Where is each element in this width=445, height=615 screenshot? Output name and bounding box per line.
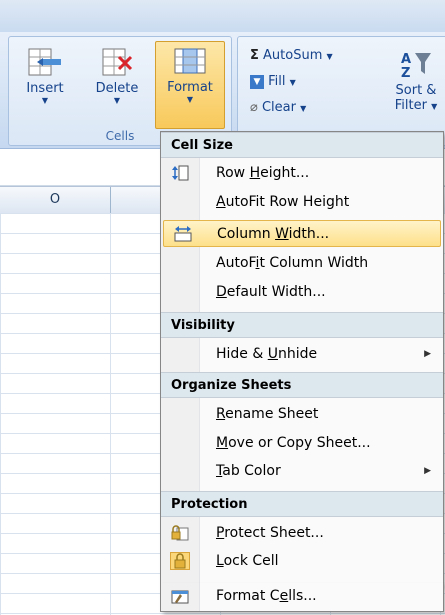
menu-item-column-width[interactable]: Column Width... [163,220,441,247]
clear-button[interactable]: ⌀ Clear ▼ [250,97,306,119]
fill-down-icon: ▼ [250,74,264,89]
format-cells-label: Format Cells... [216,588,317,604]
row-height-label: Row Height... [216,165,310,181]
menu-item-rename-sheet[interactable]: Rename Sheet [161,401,443,428]
fill-label: Fill [268,74,286,89]
svg-text:A: A [401,52,411,67]
insert-cells-icon [28,48,61,76]
format-button[interactable]: Format ▼ [155,41,225,129]
rename-sheet-label: Rename Sheet [216,406,319,422]
chevron-down-icon: ▼ [113,96,121,105]
cells-group: Insert ▼ Delete ▼ Format ▼ Cells [8,36,232,146]
format-dropdown-menu-bottom: Format Cells... [160,583,444,612]
fill-button[interactable]: ▼ Fill ▼ [250,71,296,93]
editing-group: Σ AutoSum ▼ ▼ Fill ▼ ⌀ Clear ▼ A Z Sort … [237,36,445,146]
sort-label-2-text: Filter [394,98,427,113]
default-width-label: Default Width... [216,284,326,300]
menu-item-protect-sheet[interactable]: Protect Sheet... [161,520,443,547]
section-cell-size: Cell Size [161,132,443,158]
menu-item-hide-unhide[interactable]: Hide & Unhide ▶ [161,341,443,368]
chevron-down-icon: ▼ [300,104,307,113]
delete-button[interactable]: Delete ▼ [85,43,149,125]
column-width-icon [174,226,192,242]
menu-item-default-width[interactable]: Default Width... [161,279,443,306]
autofit-row-label: AutoFit Row Height [216,194,350,210]
format-cells-dialog-icon [171,590,189,604]
clear-label: Clear [261,100,296,115]
column-header-o[interactable]: O [0,187,111,213]
menu-item-move-copy-sheet[interactable]: Move or Copy Sheet... [161,430,443,457]
section-protection: Protection [161,491,443,517]
insert-label: Insert [26,81,64,96]
chevron-down-icon: ▼ [41,96,49,105]
chevron-down-icon: ▼ [186,95,194,104]
chevron-down-icon: ▼ [289,78,296,87]
insert-button[interactable]: Insert ▼ [13,43,77,125]
format-label: Format [167,80,213,95]
tab-color-label: Tab Color [216,463,281,479]
section-visibility: Visibility [161,312,443,338]
sort-label-1: Sort & [395,83,437,98]
format-dropdown-menu: Cell Size Row Height... AutoFit Row Heig… [160,131,444,585]
chevron-down-icon: ▼ [431,102,438,111]
menu-item-tab-color[interactable]: Tab Color ▶ [161,458,443,485]
menu-item-autofit-column-width[interactable]: AutoFit Column Width [161,250,443,277]
submenu-arrow-icon: ▶ [424,466,431,476]
delete-label: Delete [95,81,139,96]
lock-icon [170,552,190,570]
lock-cell-label: Lock Cell [216,553,279,569]
menu-item-autofit-row-height[interactable]: AutoFit Row Height [161,189,443,216]
move-copy-label: Move or Copy Sheet... [216,435,371,451]
sort-filter-button[interactable]: A Z Sort & Filter ▼ [390,49,442,113]
protect-sheet-icon [171,525,189,541]
autofit-column-label: AutoFit Column Width [216,255,369,271]
title-bar [0,0,445,33]
section-organize-sheets: Organize Sheets [161,372,443,398]
svg-text:Z: Z [401,66,410,79]
hide-unhide-label: Hide & Unhide [216,346,318,362]
sigma-icon: Σ [250,48,259,63]
chevron-down-icon: ▼ [326,52,333,61]
menu-item-format-cells[interactable]: Format Cells... [161,583,443,610]
row-height-icon [172,165,189,181]
protect-sheet-label: Protect Sheet... [216,525,324,541]
autosum-label: AutoSum [263,48,323,63]
column-width-label: Column Width... [217,226,330,242]
sort-filter-icon: A Z [401,52,431,81]
submenu-arrow-icon: ▶ [424,349,431,359]
delete-cells-icon [102,48,133,76]
menu-item-row-height[interactable]: Row Height... [161,160,443,187]
autosum-button[interactable]: Σ AutoSum ▼ [250,45,333,67]
format-cells-icon [174,48,206,74]
menu-item-lock-cell[interactable]: Lock Cell [161,548,443,575]
sort-label-2: Filter ▼ [390,98,442,113]
eraser-icon: ⌀ [250,100,258,115]
